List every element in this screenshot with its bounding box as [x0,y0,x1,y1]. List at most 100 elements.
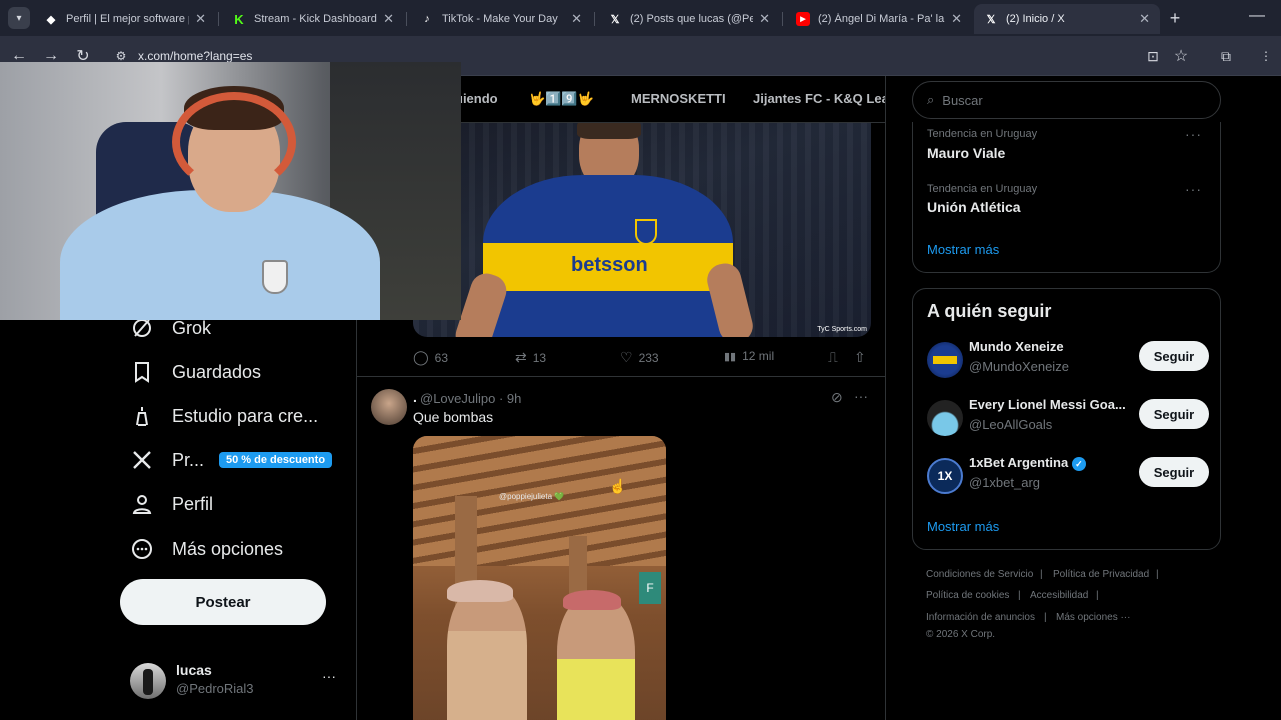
image-tag-text: @poppiejulieta 💚 [499,492,565,501]
suggestion-handle: @LeoAllGoals [969,417,1053,432]
tab-title: (2) Ángel Di María - Pa' la [818,13,945,25]
person-right-hat [563,590,621,610]
install-app-icon[interactable]: ⊡ [1142,45,1164,67]
footer-link[interactable]: Más opciones ··· [1056,612,1130,623]
footer-link[interactable]: Política de cookies [926,590,1009,601]
browser-tab-bar: ▾ ◆ Perfil | El mejor software p ✕ K Str… [0,0,1281,36]
bookmark-star-icon[interactable]: ☆ [1170,45,1192,67]
footer-link[interactable]: Información de anuncios [926,612,1035,623]
post-author-avatar[interactable] [371,389,407,425]
follow-button[interactable]: Seguir [1139,399,1209,429]
close-tab-icon[interactable]: ✕ [195,11,206,27]
jersey-sponsor-text: betsson [571,254,648,276]
close-tab-icon[interactable]: ✕ [951,11,962,27]
extensions-icon[interactable]: ⧉ [1215,45,1237,67]
post-more-icon[interactable]: ··· [854,388,868,404]
reply-count: 63 [434,350,449,365]
close-tab-icon[interactable]: ✕ [759,11,770,27]
reply-action[interactable]: ◯ 63 [413,349,448,366]
footer-link[interactable]: Accesibilidad [1030,590,1088,601]
copyright: © 2026 X Corp. [926,629,996,640]
search-placeholder: Buscar [942,92,983,108]
browser-tab-tiktok[interactable]: ♪ TikTok - Make Your Day ✕ [410,4,592,34]
player-hair [577,123,641,139]
show-more-suggestions-link[interactable]: Mostrar más [927,519,999,534]
share-action[interactable]: ⇧ [854,349,872,366]
post-text: Que bombas [413,409,494,425]
footer-separator: | [1096,590,1099,601]
nav-guardados[interactable]: Guardados [130,352,261,392]
nav-premium[interactable]: Pr... [130,440,204,480]
post-media-image[interactable]: betsson TyC Sports.com [413,123,871,337]
tiktok-favicon-icon: ♪ [424,13,430,25]
bookmark-action[interactable]: ⎍ [828,349,844,366]
tab-siguiendo[interactable]: uiendo [455,91,498,106]
follow-suggestion[interactable]: Every Lionel Messi Goa... @LeoAllGoals S… [927,395,1209,445]
person-left-hat [447,580,513,602]
follow-button[interactable]: Seguir [1139,457,1209,487]
trend-name[interactable]: Unión Atlética [927,199,1021,215]
profile-icon [130,492,154,516]
headphones [172,92,296,192]
tab-search-icon[interactable]: ▾ [8,7,30,29]
player-jersey: betsson [483,175,733,337]
browser-tab-x-home[interactable]: 𝕏 (2) Inicio / X ✕ [974,4,1160,34]
follow-suggestion[interactable]: 1X 1xBet Argentina ✓ @1xbet_arg Seguir [927,453,1209,503]
close-tab-icon[interactable]: ✕ [1139,11,1150,27]
footer-link[interactable]: Política de Privacidad [1053,569,1149,580]
post-author-name[interactable]: . [413,389,417,405]
repost-icon: ⇄ [515,349,527,365]
views-action[interactable]: ▮▮ 12 mil [724,349,774,363]
trend-meta: Tendencia en Uruguay [927,183,1038,195]
youtube-favicon-icon: ▶ [796,12,810,26]
more-options-icon [130,537,154,561]
suggestion-name: Mundo Xeneize [969,339,1064,354]
trend-more-icon[interactable]: ··· [1185,181,1202,197]
follow-button[interactable]: Seguir [1139,341,1209,371]
post-button[interactable]: Postear [120,579,326,625]
post-handle-time[interactable]: @LoveJulipo · 9h [420,391,521,406]
footer-link[interactable]: Condiciones de Servicio [926,569,1033,580]
trends-card: Tendencia en Uruguay Mauro Viale ··· Ten… [912,122,1221,273]
like-action[interactable]: ♡ 233 [620,349,659,366]
nav-label: Más opciones [172,538,284,559]
suggestion-name: 1xBet Argentina ✓ [969,455,1086,471]
bookmark-icon: ⎍ [828,349,838,365]
repost-action[interactable]: ⇄ 13 [515,349,546,366]
x-favicon-icon: 𝕏 [986,13,996,26]
grok-explain-icon[interactable]: ⊘ [831,389,843,406]
nav-perfil[interactable]: Perfil [130,484,213,524]
browser-tab-youtube[interactable]: ▶ (2) Ángel Di María - Pa' la ✕ [786,4,972,34]
account-switcher[interactable]: lucas @PedroRial3 ··· [130,660,340,704]
nav-mas-opciones[interactable]: Más opciones [130,529,283,569]
close-tab-icon[interactable]: ✕ [571,11,582,27]
account-more-icon: ··· [322,668,336,684]
new-tab-icon[interactable]: + [1164,7,1186,29]
heart-icon: ♡ [620,349,633,365]
tab-list-119[interactable]: 🤟1️⃣9️⃣🤟 [529,91,594,107]
account-name: lucas [176,662,212,678]
browser-tab-perfil[interactable]: ◆ Perfil | El mejor software p ✕ [34,4,216,34]
browser-tab-kick[interactable]: K Stream - Kick Dashboard ✕ [222,4,404,34]
trend-name[interactable]: Mauro Viale [927,145,1005,161]
minimize-window-icon[interactable]: — [1246,5,1268,27]
close-tab-icon[interactable]: ✕ [383,11,394,27]
tab-title: Stream - Kick Dashboard [254,13,377,25]
trend-more-icon[interactable]: ··· [1185,126,1202,142]
show-more-trends-link[interactable]: Mostrar más [927,242,999,257]
post-media-image[interactable]: @poppiejulieta 💚 F [413,436,666,720]
browser-tab-x-posts[interactable]: 𝕏 (2) Posts que lucas (@Pedr ✕ [598,4,780,34]
who-to-follow-title: A quién seguir [927,301,1052,321]
url-field[interactable]: x.com/home?lang=es [138,49,252,63]
nav-label: Guardados [172,361,262,382]
nav-label: Pr... [172,449,205,470]
tab-mernosketti[interactable]: MERNOSKETTI [631,91,726,106]
nav-estudio[interactable]: Estudio para cre... [130,396,318,436]
browser-menu-icon[interactable]: ⋮ [1255,45,1277,67]
view-count: 12 mil [742,349,775,363]
follow-suggestion[interactable]: Mundo Xeneize @MundoXeneize Seguir [927,337,1209,387]
x-logo-icon [130,448,154,472]
verified-badge-icon: ✓ [1071,457,1086,471]
search-field[interactable]: ⌕ Buscar [912,81,1221,119]
tab-jijantes[interactable]: Jijantes FC - K&Q Lea [753,91,885,106]
